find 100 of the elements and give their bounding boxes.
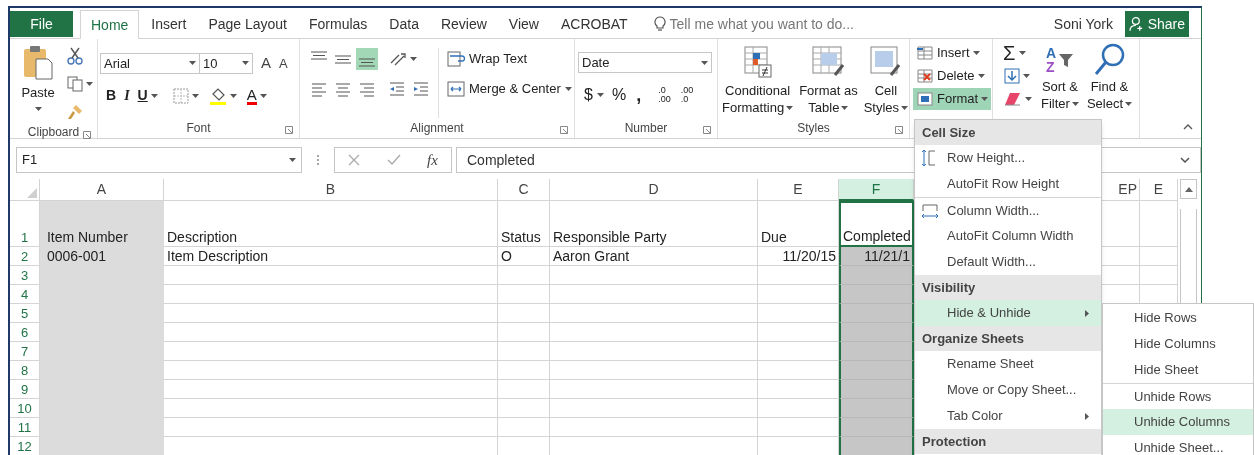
menu-item[interactable]: Column Width... <box>915 197 1101 223</box>
percent-button[interactable]: % <box>609 83 629 107</box>
user-name[interactable]: Soni York <box>1053 10 1113 38</box>
format-as-table-button[interactable]: Format as Table <box>797 45 860 118</box>
submenu-arrow-icon <box>1085 413 1089 420</box>
share-button[interactable]: Share <box>1125 11 1189 37</box>
autosum-button[interactable]: Σ <box>1001 42 1035 64</box>
wrap-text-button[interactable]: Wrap Text <box>445 48 574 70</box>
scissors-icon <box>67 47 83 65</box>
increase-font-size-button[interactable]: A <box>259 52 273 75</box>
file-tab[interactable]: File <box>10 11 73 37</box>
caret-icon <box>259 93 267 98</box>
indent-icon <box>387 79 407 99</box>
group-label: Alignment <box>410 120 464 137</box>
ribbon-tab[interactable]: Page Layout <box>198 10 297 38</box>
caret-icon <box>972 51 980 55</box>
person-plus-icon <box>1129 16 1145 32</box>
comma-button[interactable]: , <box>632 87 646 103</box>
menu-item[interactable]: Hide Rows <box>1103 305 1253 331</box>
table-cell: Status <box>498 201 550 247</box>
menu-item[interactable]: Unhide Columns <box>1103 409 1253 435</box>
font-color-button[interactable]: A <box>243 84 270 107</box>
menu-item[interactable]: Tab Color <box>915 403 1101 429</box>
caret-icon <box>977 74 985 78</box>
menu-heading: Visibility <box>915 275 1101 300</box>
currency-button[interactable]: $ <box>582 83 606 107</box>
menu-item[interactable]: Hide Columns <box>1103 331 1253 357</box>
copy-button[interactable] <box>64 73 96 95</box>
menu-item[interactable]: Unhide Sheet... <box>1103 435 1253 455</box>
caret-icon <box>1025 97 1032 101</box>
caret-icon <box>786 105 794 110</box>
column-header[interactable]: D <box>550 179 758 201</box>
lightbulb-icon <box>653 16 666 32</box>
table-cell <box>498 342 550 361</box>
conditional-formatting-button[interactable]: Conditional Formatting <box>720 45 796 118</box>
checkmark-icon <box>386 154 401 166</box>
paintbrush-icon <box>67 104 83 120</box>
grid-icon <box>916 91 934 107</box>
dialog-launcher-icon <box>83 131 91 139</box>
column-header[interactable]: F <box>839 179 914 201</box>
underline-button[interactable]: U <box>135 85 160 106</box>
menu-item[interactable]: AutoFit Column Width <box>915 223 1101 249</box>
tell-me-field[interactable]: Tell me what you want to do... <box>669 13 854 35</box>
align-lines-icon <box>359 58 375 67</box>
table-cell: O <box>498 247 550 266</box>
font-size-field[interactable]: 10 <box>200 52 253 74</box>
table-cell <box>498 361 550 380</box>
insert-cells-button[interactable]: Insert <box>913 42 983 64</box>
find-select-button[interactable]: Find & Select <box>1084 42 1135 118</box>
wrap-text-icon <box>447 51 465 67</box>
group-label: Styles <box>797 120 830 137</box>
table-cell <box>498 323 550 342</box>
dialog-launcher-icon <box>285 126 293 134</box>
scroll-up-button[interactable] <box>1180 179 1197 199</box>
ribbon-tab[interactable]: ACROBAT <box>550 10 638 38</box>
menu-item[interactable]: Default Width... <box>915 249 1101 275</box>
dialog-launcher-icon <box>895 126 903 134</box>
ribbon-tab[interactable]: Home <box>80 10 140 39</box>
caret-icon <box>981 97 989 101</box>
number-format-field[interactable]: Date <box>578 52 712 73</box>
merge-center-button[interactable]: Merge & Center <box>445 78 574 100</box>
menu-item[interactable]: Hide & Unhide <box>915 300 1101 326</box>
menu-heading: Protection <box>915 429 1101 454</box>
menu-item[interactable]: Row Height... <box>915 145 1101 171</box>
caret-icon <box>841 105 849 110</box>
align-lines-icon <box>335 54 351 64</box>
ribbon-tab[interactable]: Review <box>430 10 497 38</box>
cell-styles-button[interactable]: Cell Styles <box>861 45 911 118</box>
decrease-decimal-button[interactable]: .00 .0 <box>677 86 697 104</box>
table-cell: Responsible Party <box>550 201 758 247</box>
bold-button[interactable]: B <box>104 85 119 106</box>
vertical-scrollbar[interactable] <box>1180 209 1197 303</box>
menu-item[interactable]: AutoFit Row Height <box>915 171 1101 197</box>
ribbon-tab[interactable]: Data <box>379 10 429 38</box>
menu-item[interactable]: Rename Sheet <box>915 351 1101 377</box>
ribbon-tab[interactable]: Insert <box>141 10 197 38</box>
caret-icon <box>86 82 93 86</box>
increase-decimal-button[interactable]: .0 .00 <box>655 86 674 104</box>
grid-icon <box>916 45 934 61</box>
caret-icon <box>1023 74 1030 78</box>
ribbon-tab[interactable]: Formulas <box>299 10 378 38</box>
name-box[interactable]: F1 <box>16 147 302 173</box>
decrease-font-size-button[interactable]: A <box>277 53 290 73</box>
menu-item[interactable]: Move or Copy Sheet... <box>915 377 1101 403</box>
bottom-align-button[interactable] <box>356 48 378 70</box>
sort-filter-button[interactable]: A Z Sort & Filter <box>1039 42 1081 118</box>
paste-button[interactable]: Paste <box>18 45 58 123</box>
insert-function-button[interactable]: fx <box>426 148 438 172</box>
italic-button[interactable]: I <box>122 85 132 106</box>
column-header[interactable]: C <box>498 179 550 201</box>
table-cell: 0006-001 <box>40 247 164 266</box>
table-cell <box>498 418 550 437</box>
ribbon-tab[interactable]: View <box>498 10 549 38</box>
caret-icon <box>191 93 199 98</box>
column-header[interactable]: E <box>1140 179 1178 201</box>
column-header[interactable]: B <box>164 179 498 201</box>
format-cells-button[interactable]: Format <box>913 88 992 110</box>
menu-item[interactable]: Hide Sheet <box>1103 357 1253 383</box>
font-name-field[interactable]: Arial <box>100 52 200 74</box>
delete-cells-button[interactable]: Delete <box>913 65 988 87</box>
